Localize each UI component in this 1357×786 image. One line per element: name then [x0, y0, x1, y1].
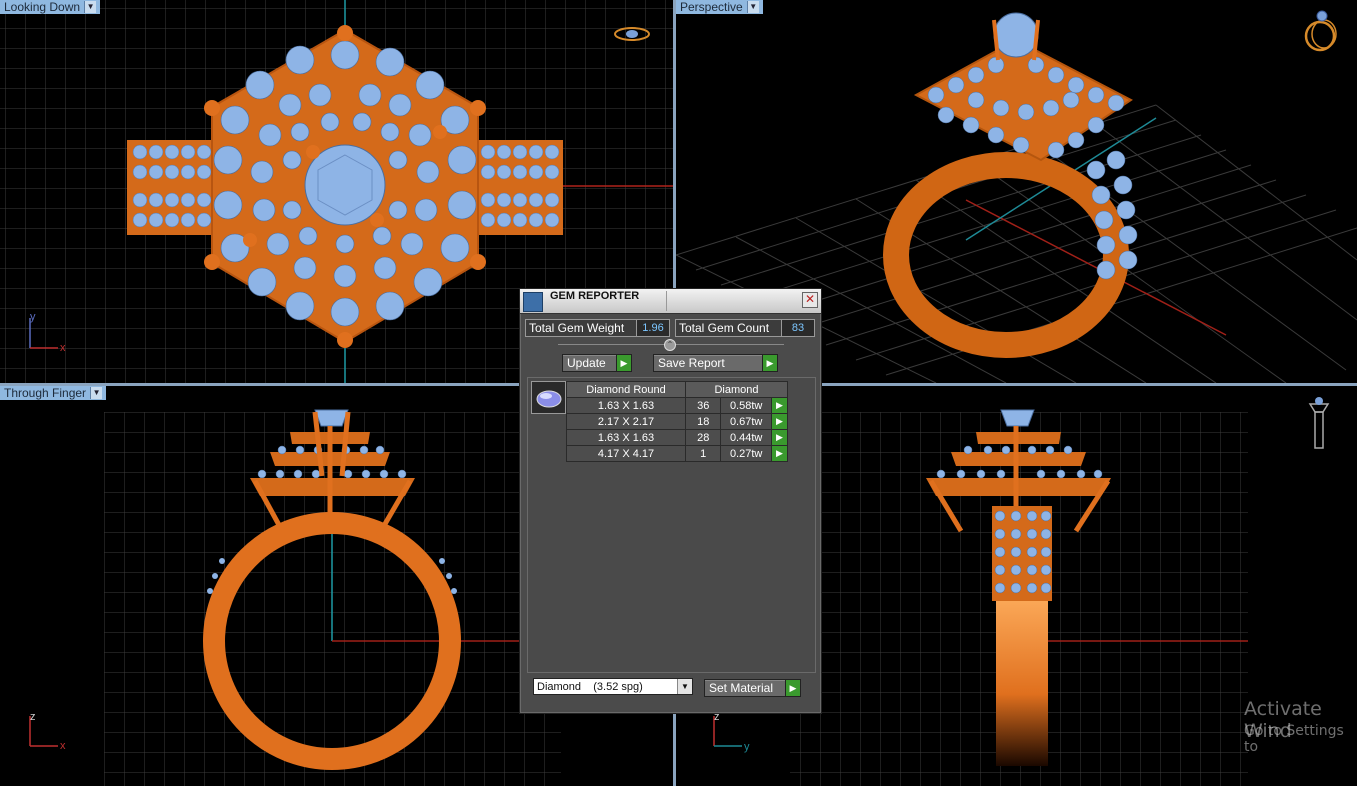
table-row[interactable]: 1.63 X 1.63 28 0.44tw ▶ — [566, 429, 789, 446]
select-row-arrow-icon[interactable]: ▶ — [770, 429, 789, 446]
select-row-arrow-icon[interactable]: ▶ — [770, 413, 789, 430]
gem-size: 2.17 X 2.17 — [566, 413, 686, 430]
total-gem-weight-label: Total Gem Weight — [529, 321, 625, 335]
chevron-down-icon[interactable]: ▼ — [677, 679, 692, 694]
gem-reporter-icon — [523, 292, 543, 312]
viewport-label-looking-down[interactable]: Looking Down ▼ — [0, 0, 101, 14]
update-button[interactable]: Update ▶ — [562, 354, 632, 372]
dialog-title-bar[interactable]: GEM REPORTER ✕ — [520, 289, 821, 314]
set-material-button-label: Set Material — [709, 681, 774, 695]
axis-z-label: z — [30, 711, 36, 723]
save-report-button[interactable]: Save Report ▶ — [653, 354, 778, 372]
viewport-label-through-finger[interactable]: Through Finger ▼ — [0, 386, 107, 400]
axis-x-label: x — [60, 740, 66, 752]
chevron-down-icon[interactable]: ▼ — [84, 1, 97, 13]
play-arrow-icon: ▶ — [616, 355, 631, 371]
set-material-button[interactable]: Set Material ▶ — [704, 679, 801, 697]
gem-size: 4.17 X 4.17 — [566, 445, 686, 462]
shank-side — [996, 586, 1048, 766]
chevron-down-icon[interactable]: ▼ — [90, 387, 103, 399]
center-stone — [1000, 409, 1035, 427]
gem-count: 1 — [684, 445, 722, 462]
column-header-cut: Diamond Round — [566, 381, 686, 398]
play-arrow-icon: ▶ — [785, 680, 800, 696]
axis-y-label: y — [30, 311, 36, 323]
axis-indicator: z x — [29, 711, 66, 752]
center-stone — [314, 409, 349, 427]
ring-shank — [883, 152, 1129, 358]
total-gem-count-label: Total Gem Count — [679, 321, 770, 335]
gem-count: 36 — [684, 397, 722, 414]
gem-count: 18 — [684, 413, 722, 430]
gem-size: 1.63 X 1.63 — [566, 429, 686, 446]
viewport-label-text: Through Finger — [4, 386, 87, 400]
save-report-button-label: Save Report — [658, 356, 725, 370]
ring-view-icon[interactable] — [1302, 8, 1342, 54]
axis-indicator: z y — [713, 711, 750, 753]
round-diamond-icon[interactable] — [531, 381, 566, 414]
viewport-label-text: Looking Down — [4, 0, 81, 14]
total-gem-count-label-box: Total Gem Count — [675, 319, 782, 337]
chevron-down-icon[interactable]: ▼ — [746, 1, 759, 13]
close-icon[interactable]: ✕ — [802, 292, 818, 308]
table-row[interactable]: 2.17 X 2.17 18 0.67tw ▶ — [566, 413, 789, 430]
viewport-label-perspective[interactable]: Perspective ▼ — [676, 0, 763, 14]
play-arrow-icon: ▶ — [762, 355, 777, 371]
gem-weight: 0.27tw — [720, 445, 772, 462]
dialog-title: GEM REPORTER — [550, 290, 640, 302]
gem-count: 28 — [684, 429, 722, 446]
total-gem-count-value: 83 — [781, 319, 815, 337]
ring-view-icon[interactable] — [612, 24, 652, 44]
gem-weight: 0.58tw — [720, 397, 772, 414]
table-row[interactable]: 4.17 X 4.17 1 0.27tw ▶ — [566, 445, 789, 462]
gem-weight: 0.67tw — [720, 413, 772, 430]
title-separator — [666, 291, 667, 311]
viewport-label-text: Perspective — [680, 0, 743, 14]
axis-y-label: y — [744, 741, 750, 753]
material-select-value: Diamond (3.52 spg) — [537, 681, 643, 693]
column-header-material: Diamond — [685, 381, 788, 398]
gem-table: Diamond Round Diamond 1.63 X 1.63 36 0.5… — [566, 381, 789, 462]
material-select[interactable]: Diamond (3.52 spg) ▼ — [533, 678, 693, 695]
center-stone — [993, 12, 1039, 58]
gem-size: 1.63 X 1.63 — [566, 397, 686, 414]
axis-indicator: y x — [29, 311, 66, 354]
gem-weight: 0.44tw — [720, 429, 772, 446]
collapse-icon[interactable]: ⌃ — [664, 339, 676, 351]
update-button-label: Update — [567, 356, 606, 370]
gem-reporter-dialog: GEM REPORTER ✕ Total Gem Weight 1.96 Tot… — [519, 288, 822, 714]
select-row-arrow-icon[interactable]: ▶ — [770, 445, 789, 462]
gem-list-panel: Diamond Round Diamond 1.63 X 1.63 36 0.5… — [527, 377, 816, 673]
total-gem-weight-label-box: Total Gem Weight — [525, 319, 637, 337]
total-gem-weight-value: 1.96 — [636, 319, 670, 337]
axis-x-label: x — [60, 342, 66, 354]
table-row[interactable]: 1.63 X 1.63 36 0.58tw ▶ — [566, 397, 789, 414]
table-header-row: Diamond Round Diamond — [566, 381, 788, 398]
activation-watermark-subtitle: Go to Settings to — [1244, 723, 1344, 755]
ring-side-view-icon[interactable] — [1308, 396, 1332, 452]
select-row-arrow-icon[interactable]: ▶ — [770, 397, 789, 414]
